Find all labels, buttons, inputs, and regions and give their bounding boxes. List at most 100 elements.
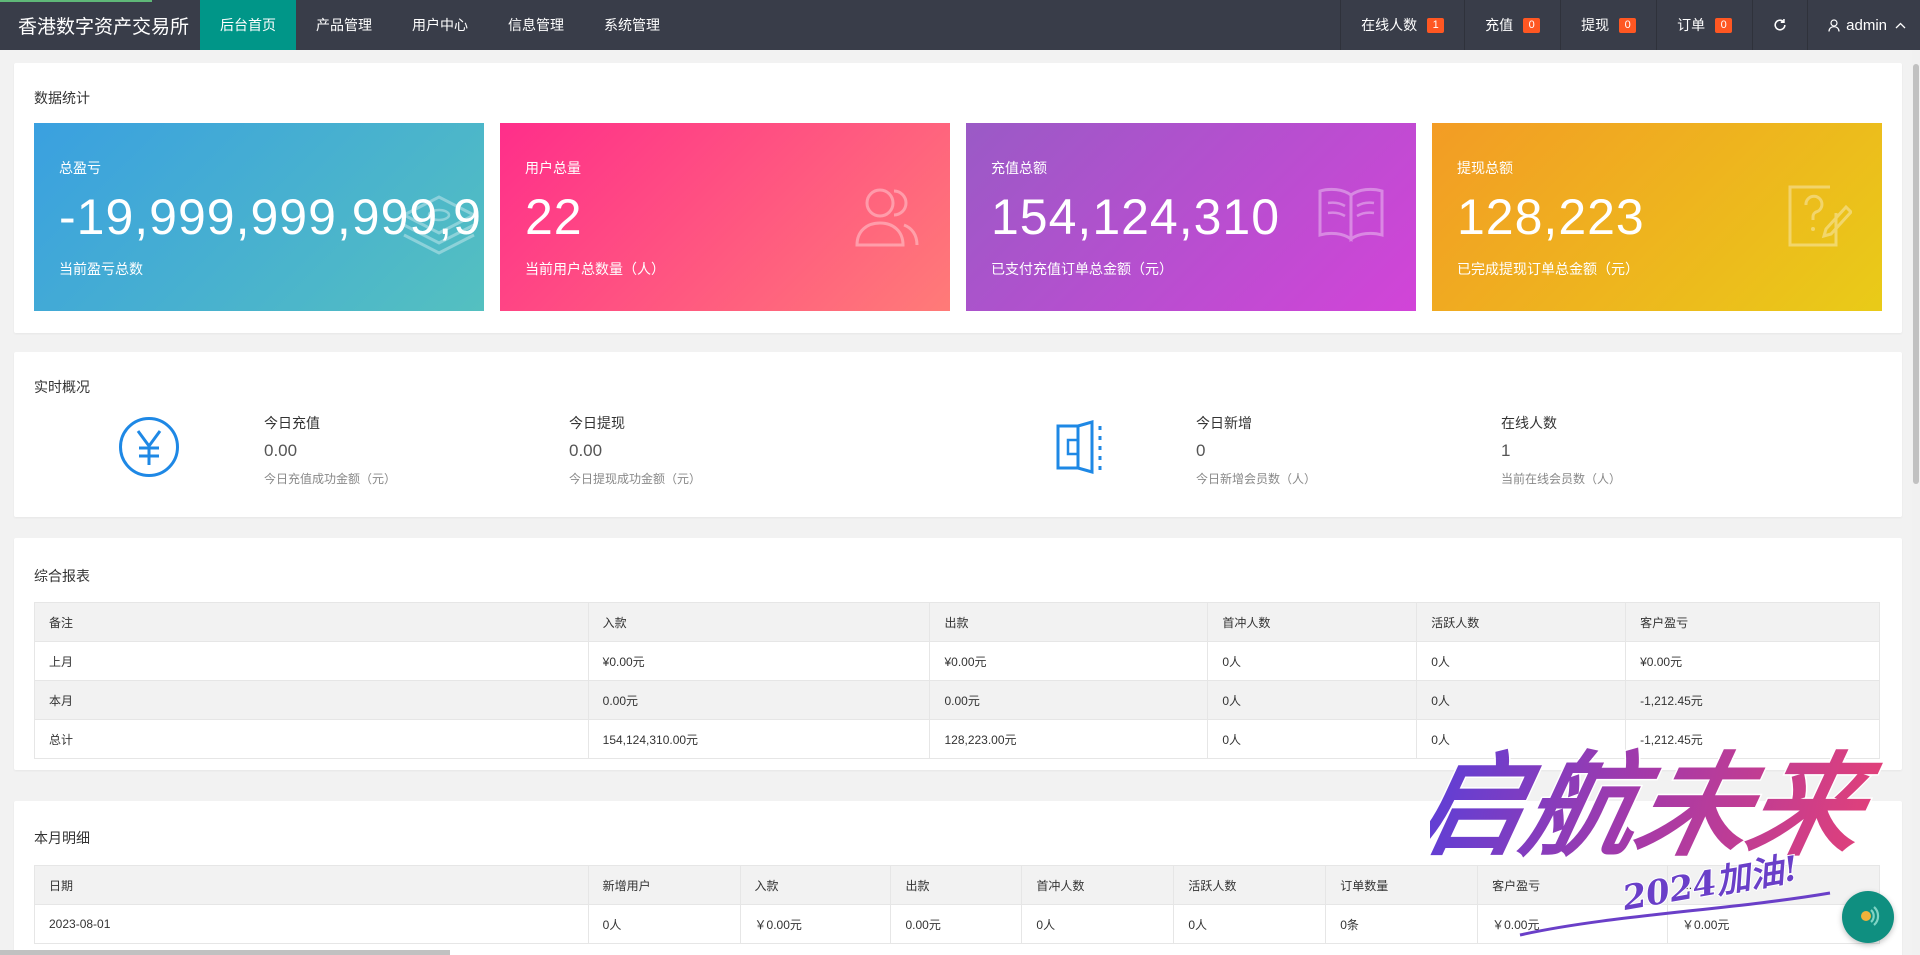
realtime-today-withdraw: 今日提现 0.00 今日提现成功金额（元） bbox=[569, 413, 701, 487]
main-nav: 后台首页 产品管理 用户中心 信息管理 系统管理 bbox=[200, 0, 680, 50]
user-icon bbox=[1828, 18, 1840, 32]
online-count-label: 在线人数 bbox=[1361, 17, 1418, 33]
loading-progress-bar bbox=[0, 0, 152, 2]
recharge-button[interactable]: 充值 0 bbox=[1464, 0, 1560, 50]
table-header: 出款 bbox=[890, 865, 1023, 905]
yen-icon bbox=[118, 416, 180, 481]
stat-label: 用户总量 bbox=[525, 160, 581, 176]
stat-card-profit: 总盈亏 -19,999,999,999,99 当前盈亏总数 bbox=[34, 123, 484, 311]
question-edit-icon bbox=[1786, 183, 1854, 252]
table-cell: 0人 bbox=[1207, 641, 1418, 681]
orders-button[interactable]: 订单 0 bbox=[1656, 0, 1752, 50]
refresh-icon bbox=[1773, 18, 1787, 32]
table-row: 上月 ¥0.00元 ¥0.00元 0人 0人 ¥0.00元 bbox=[34, 641, 1880, 681]
table-header: 客户盈亏 bbox=[1477, 865, 1669, 905]
money-stack-icon bbox=[399, 185, 479, 258]
table-cell: 0人 bbox=[1416, 719, 1627, 759]
stats-panel: 数据统计 总盈亏 -19,999,999,999,99 当前盈亏总数 用户总量 … bbox=[14, 63, 1902, 333]
rt-value: 0.00 bbox=[569, 441, 603, 460]
monthly-panel: 本月明细 日期 新增用户 入款 出款 首冲人数 活跃人数 订单数量 客户盈亏 .… bbox=[14, 801, 1902, 955]
stat-label: 总盈亏 bbox=[59, 160, 101, 176]
floating-assistant-button[interactable] bbox=[1842, 891, 1894, 943]
withdraw-button[interactable]: 提现 0 bbox=[1560, 0, 1656, 50]
table-row: 总计 154,124,310.00元 128,223.00元 0人 0人 -1,… bbox=[34, 719, 1880, 759]
stat-card-withdraw: 提现总额 128,223 已完成提现订单总金额（元） bbox=[1432, 123, 1882, 311]
table-cell: ￥0.00元 bbox=[1477, 904, 1669, 944]
nav-item-home[interactable]: 后台首页 bbox=[200, 0, 296, 50]
stat-desc: 当前用户总数量（人） bbox=[525, 261, 665, 277]
stat-label: 提现总额 bbox=[1457, 160, 1513, 176]
table-header: 首冲人数 bbox=[1207, 602, 1418, 642]
table-cell: 2023-08-01 bbox=[34, 904, 589, 944]
realtime-online: 在线人数 1 当前在线会员数（人） bbox=[1501, 413, 1621, 487]
rt-label: 今日提现 bbox=[569, 415, 625, 431]
realtime-panel: 实时概况 今日充值 0.00 今日充值成功金额（元） 今日提现 0.00 今日提… bbox=[14, 352, 1902, 517]
recharge-label: 充值 bbox=[1485, 17, 1514, 33]
report-title: 综合报表 bbox=[34, 568, 90, 584]
scrollbar-thumb[interactable] bbox=[1913, 64, 1919, 484]
table-header: 日期 bbox=[34, 865, 589, 905]
stat-label: 充值总额 bbox=[991, 160, 1047, 176]
table-header-row: 备注 入款 出款 首冲人数 活跃人数 客户盈亏 bbox=[34, 602, 1880, 642]
table-cell: 0人 bbox=[1416, 641, 1627, 681]
table-cell: -1,212.45元 bbox=[1625, 719, 1880, 759]
table-cell: -1,212.45元 bbox=[1625, 680, 1880, 720]
stats-title: 数据统计 bbox=[34, 90, 90, 106]
stat-value: 128,223 bbox=[1457, 189, 1645, 245]
nav-item-system[interactable]: 系统管理 bbox=[584, 0, 680, 50]
table-header: 出款 bbox=[929, 602, 1209, 642]
table-cell: 总计 bbox=[34, 719, 589, 759]
realtime-today-new: 今日新增 0 今日新增会员数（人） bbox=[1196, 413, 1316, 487]
rt-value: 1 bbox=[1501, 441, 1511, 460]
vertical-scrollbar[interactable] bbox=[1912, 50, 1920, 955]
door-icon bbox=[1054, 420, 1110, 477]
stat-card-users: 用户总量 22 当前用户总数量（人） bbox=[500, 123, 950, 311]
table-cell: 0条 bbox=[1325, 904, 1479, 944]
table-cell: 本月 bbox=[34, 680, 589, 720]
chevron-up-icon bbox=[1895, 22, 1906, 29]
report-table: 备注 入款 出款 首冲人数 活跃人数 客户盈亏 上月 ¥0.00元 ¥0.00元… bbox=[34, 602, 1880, 759]
table-cell: 154,124,310.00元 bbox=[587, 719, 931, 759]
right-nav: 在线人数 1 充值 0 提现 0 订单 0 admin bbox=[1340, 0, 1920, 50]
table-header: 备注 bbox=[34, 602, 589, 642]
table-cell: ￥0.00元 bbox=[739, 904, 892, 944]
rt-desc: 今日新增会员数（人） bbox=[1196, 472, 1317, 486]
report-panel: 综合报表 备注 入款 出款 首冲人数 活跃人数 客户盈亏 上月 ¥0.00元 ¥… bbox=[14, 538, 1902, 770]
withdraw-badge: 0 bbox=[1619, 17, 1637, 33]
rt-label: 今日新增 bbox=[1196, 415, 1252, 431]
table-cell: 0人 bbox=[1416, 680, 1627, 720]
table-header: 活跃人数 bbox=[1173, 865, 1327, 905]
table-cell: 0人 bbox=[1207, 680, 1418, 720]
nav-item-users[interactable]: 用户中心 bbox=[392, 0, 488, 50]
stat-desc: 已支付充值订单总金额（元） bbox=[991, 261, 1173, 277]
refresh-button[interactable] bbox=[1752, 0, 1807, 50]
table-cell: ¥0.00元 bbox=[1625, 641, 1880, 681]
monthly-title: 本月明细 bbox=[34, 830, 90, 846]
withdraw-label: 提现 bbox=[1581, 17, 1610, 33]
rt-desc: 今日提现成功金额（元） bbox=[569, 472, 702, 486]
rt-value: 0.00 bbox=[264, 441, 298, 460]
realtime-title: 实时概况 bbox=[34, 379, 90, 395]
table-cell: ¥0.00元 bbox=[587, 641, 931, 681]
table-header: 首冲人数 bbox=[1021, 865, 1175, 905]
nav-item-info[interactable]: 信息管理 bbox=[488, 0, 584, 50]
online-count-badge: 1 bbox=[1427, 17, 1445, 33]
users-icon bbox=[854, 183, 920, 252]
table-cell: 0人 bbox=[1173, 904, 1327, 944]
horizontal-scrollbar[interactable] bbox=[0, 950, 450, 955]
user-menu[interactable]: admin bbox=[1807, 0, 1920, 50]
table-cell: 0人 bbox=[1021, 904, 1175, 944]
stat-value: 154,124,310 bbox=[991, 189, 1281, 245]
table-cell: 128,223.00元 bbox=[929, 719, 1209, 759]
table-header: 新增用户 bbox=[587, 865, 741, 905]
table-cell: 0人 bbox=[587, 904, 741, 944]
nav-item-products[interactable]: 产品管理 bbox=[296, 0, 392, 50]
site-logo[interactable]: 香港数字资产交易所 bbox=[0, 0, 200, 50]
realtime-today-recharge: 今日充值 0.00 今日充值成功金额（元） bbox=[264, 413, 396, 487]
online-count-button[interactable]: 在线人数 1 bbox=[1340, 0, 1464, 50]
table-cell: 0.00元 bbox=[587, 680, 931, 720]
stat-value: 22 bbox=[525, 189, 583, 245]
table-cell: ¥0.00元 bbox=[929, 641, 1209, 681]
stat-desc: 当前盈亏总数 bbox=[59, 261, 143, 277]
stat-card-recharge: 充值总额 154,124,310 已支付充值订单总金额（元） bbox=[966, 123, 1416, 311]
